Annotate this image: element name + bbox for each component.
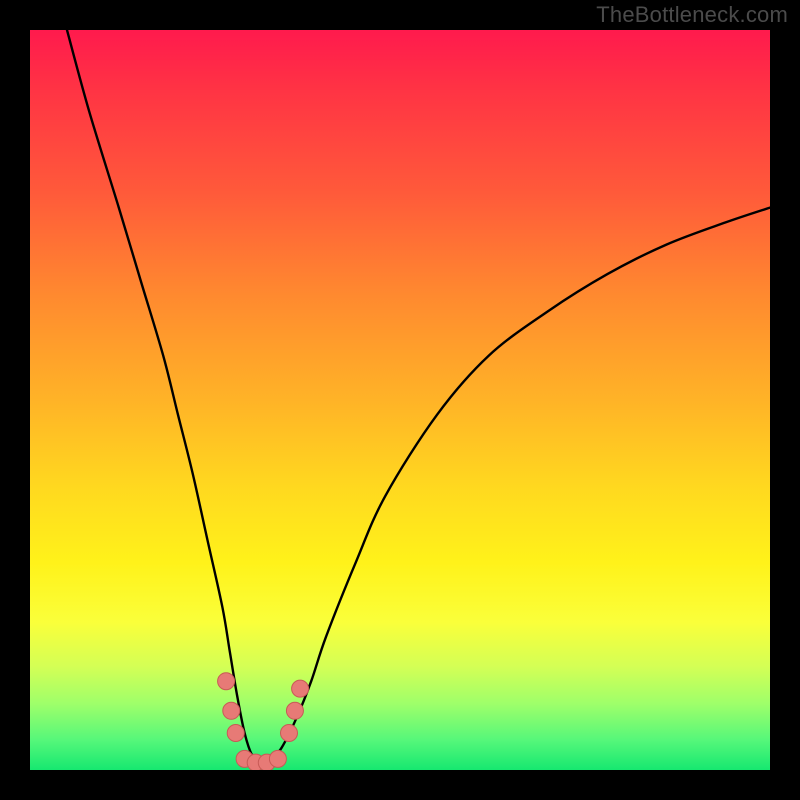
curve-marker xyxy=(247,754,264,770)
curve-marker xyxy=(236,750,253,767)
plot-area xyxy=(30,30,770,770)
curve-marker xyxy=(227,725,244,742)
curve-markers xyxy=(218,673,309,770)
bottleneck-curve xyxy=(67,30,770,764)
curve-marker xyxy=(258,754,275,770)
curve-marker xyxy=(292,680,309,697)
curve-marker xyxy=(281,725,298,742)
watermark-text: TheBottleneck.com xyxy=(596,2,788,28)
curve-marker xyxy=(286,702,303,719)
curve-marker xyxy=(269,750,286,767)
curve-svg xyxy=(30,30,770,770)
curve-marker xyxy=(223,702,240,719)
chart-frame: TheBottleneck.com xyxy=(0,0,800,800)
curve-marker xyxy=(218,673,235,690)
